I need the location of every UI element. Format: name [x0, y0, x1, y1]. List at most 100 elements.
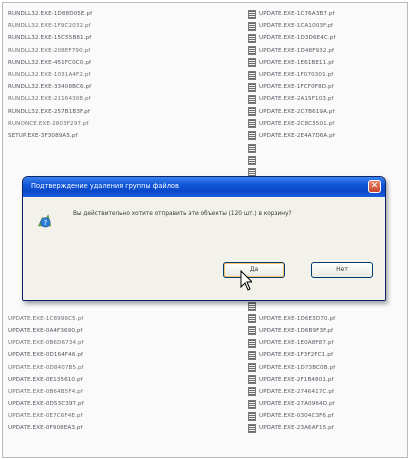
file-name: UPDATE.EXE-1F070301.pf — [259, 72, 334, 79]
file-item[interactable]: RUNDLL32.EXE-15C55B81.pf — [8, 32, 158, 44]
prefetch-file-icon — [248, 302, 256, 312]
file-item[interactable]: UPDATE.EXE-2C7B619A.pf — [248, 106, 398, 118]
no-button[interactable]: Нет — [311, 262, 373, 278]
file-item[interactable]: UPDATE.EXE-27A0964D.pf — [248, 398, 398, 410]
file-item[interactable] — [8, 142, 158, 154]
file-name: UPDATE.EXE-0A4F3690.pf — [8, 327, 83, 334]
svg-text:?: ? — [44, 219, 48, 227]
dialog-body: ? Вы действительно хотите отправить эти … — [23, 197, 385, 300]
prefetch-file-icon — [248, 33, 256, 43]
file-item[interactable]: UPDATE.EXE-0D8407B5.pf — [8, 361, 158, 373]
file-name: UPDATE.EXE-2746417C.pf — [259, 388, 335, 395]
file-name: UPDATE.EXE-1E61BE11.pf — [259, 59, 334, 66]
file-item[interactable]: UPDATE.EXE-0D53C397.pf — [8, 398, 158, 410]
prefetch-file-icon — [248, 58, 256, 68]
file-name: UPDATE.EXE-0304C3F6.pf — [259, 413, 334, 420]
file-name: UPDATE.EXE-0B6D6734.pf — [8, 340, 84, 347]
file-name: UPDATE.EXE-2A15F103.pf — [259, 96, 334, 103]
file-name: SETUP.EXE-3F3089A5.pf — [8, 132, 78, 139]
file-item[interactable]: UPDATE.EXE-1C76A3B7.pf — [248, 8, 398, 20]
yes-button[interactable]: Да — [223, 262, 285, 278]
close-button[interactable]: ✕ — [368, 180, 381, 193]
file-item[interactable]: UPDATE.EXE-2A15F103.pf — [248, 93, 398, 105]
prefetch-file-icon — [248, 119, 256, 129]
file-item[interactable]: RUNDLL32.EXE-451FC0C0.pf — [8, 57, 158, 69]
prefetch-file-icon — [248, 82, 256, 92]
file-name: UPDATE.EXE-0D53C397.pf — [8, 401, 84, 408]
file-name: UPDATE.EXE-27A0964D.pf — [259, 401, 335, 408]
prefetch-file-icon — [248, 423, 256, 433]
file-item[interactable]: UPDATE.EXE-0B6D6734.pf — [8, 337, 158, 349]
file-item[interactable] — [8, 154, 158, 166]
file-name: UPDATE.EXE-0B64B5F4.pf — [8, 388, 83, 395]
file-item[interactable]: RUNDLL32.EXE-33408BC6.pf — [8, 81, 158, 93]
file-item[interactable]: UPDATE.EXE-2F1B4801.pf — [248, 374, 398, 386]
file-item[interactable]: RUNDLL32.EXE-21164308.pf — [8, 93, 158, 105]
file-item[interactable]: RUNDLL32.EXE-1D88D05E.pf — [8, 8, 158, 20]
prefetch-file-icon — [248, 9, 256, 19]
file-item[interactable]: UPDATE.EXE-0304C3F6.pf — [248, 410, 398, 422]
file-name: UPDATE.EXE-1F3F2FC1.pf — [259, 352, 334, 359]
file-item[interactable]: UPDATE.EXE-1E0A8F87.pf — [248, 337, 398, 349]
file-name: UPDATE.EXE-1FCF0F8D.pf — [259, 84, 334, 91]
file-item[interactable]: UPDATE.EXE-1C8996C5.pf — [8, 313, 158, 325]
file-item[interactable]: UPDATE.EXE-2C8C3501.pf — [248, 118, 398, 130]
file-name: UPDATE.EXE-2C7B619A.pf — [259, 108, 335, 115]
dialog-titlebar[interactable]: Подтверждение удаления группы файлов ✕ — [23, 177, 385, 197]
file-item[interactable]: UPDATE.EXE-1CA1003F.pf — [248, 20, 398, 32]
file-item[interactable] — [8, 301, 158, 313]
file-item[interactable]: UPDATE.EXE-0E7C6F4E.pf — [8, 410, 158, 422]
file-name: RUNDLL32.EXE-21164308.pf — [8, 96, 91, 103]
file-name: RUNDLL32.EXE-451FC0C0.pf — [8, 59, 92, 66]
file-item[interactable]: UPDATE.EXE-2E4A7D6A.pf — [248, 130, 398, 142]
file-name: UPDATE.EXE-1D6B9F3F.pf — [259, 327, 334, 334]
close-icon: ✕ — [370, 181, 379, 191]
file-name: UPDATE.EXE-1D3D6E4C.pf — [259, 35, 336, 42]
file-name: UPDATE.EXE-1D6E3D70.pf — [259, 315, 336, 322]
file-item[interactable]: UPDATE.EXE-1D48F932.pf — [248, 45, 398, 57]
prefetch-file-icon — [248, 314, 256, 324]
file-name: UPDATE.EXE-2C8C3501.pf — [259, 120, 335, 127]
file-item[interactable]: UPDATE.EXE-1D73BC0B.pf — [248, 361, 398, 373]
file-item[interactable]: UPDATE.EXE-0A4F3690.pf — [8, 325, 158, 337]
file-item[interactable]: UPDATE.EXE-1FCF0F8D.pf — [248, 81, 398, 93]
file-item[interactable]: SETUP.EXE-3F3089A5.pf — [8, 130, 158, 142]
file-name: UPDATE.EXE-23A6AF15.pf — [259, 425, 334, 432]
file-name: RUNDLL32.EXE-1F9C2032.pf — [8, 23, 91, 30]
file-item[interactable]: UPDATE.EXE-2746417C.pf — [248, 386, 398, 398]
file-item[interactable] — [248, 142, 398, 154]
prefetch-file-icon — [248, 155, 256, 165]
file-item[interactable]: UPDATE.EXE-1D6E3D70.pf — [248, 313, 398, 325]
file-name: UPDATE.EXE-0D164F46.pf — [8, 352, 84, 359]
prefetch-file-icon — [248, 326, 256, 336]
file-item[interactable]: UPDATE.EXE-23A6AF15.pf — [248, 422, 398, 434]
dialog-message: Вы действительно хотите отправить эти об… — [73, 211, 292, 217]
prefetch-file-icon — [248, 363, 256, 373]
file-item[interactable]: UPDATE.EXE-0F908EA3.pf — [8, 422, 158, 434]
file-item[interactable]: UPDATE.EXE-1F3F2FC1.pf — [248, 349, 398, 361]
file-item[interactable]: RUNONCE.EXE-2803F297.pf — [8, 118, 158, 130]
file-item[interactable] — [248, 154, 398, 166]
prefetch-file-icon — [248, 131, 256, 141]
file-item[interactable]: UPDATE.EXE-1F070301.pf — [248, 69, 398, 81]
file-item[interactable]: UPDATE.EXE-0B64B5F4.pf — [8, 386, 158, 398]
file-item[interactable]: UPDATE.EXE-1D6B9F3F.pf — [248, 325, 398, 337]
file-name: UPDATE.EXE-1D73BC0B.pf — [259, 364, 336, 371]
file-item[interactable]: UPDATE.EXE-0D164F46.pf — [8, 349, 158, 361]
prefetch-file-icon — [248, 350, 256, 360]
file-item[interactable]: RUNDLL32.EXE-257B1B3F.pf — [8, 106, 158, 118]
file-item[interactable]: RUNDLL32.EXE-1F9C2032.pf — [8, 20, 158, 32]
file-name: UPDATE.EXE-0F908EA3.pf — [8, 425, 83, 432]
file-item[interactable]: RUNDLL32.EXE-1031A4F2.pf — [8, 69, 158, 81]
file-name: UPDATE.EXE-2F1B4801.pf — [259, 376, 334, 383]
file-name: UPDATE.EXE-1CA1003F.pf — [259, 23, 334, 30]
file-name: UPDATE.EXE-0D8407B5.pf — [8, 364, 84, 371]
file-item[interactable]: RUNDLL32.EXE-208EF790.pf — [8, 45, 158, 57]
file-name: RUNDLL32.EXE-1D88D05E.pf — [8, 11, 93, 18]
file-name: UPDATE.EXE-0E135610.pf — [8, 376, 83, 383]
file-item[interactable]: UPDATE.EXE-1D3D6E4C.pf — [248, 32, 398, 44]
file-item[interactable]: UPDATE.EXE-0E135610.pf — [8, 374, 158, 386]
file-item[interactable]: UPDATE.EXE-1E61BE11.pf — [248, 57, 398, 69]
file-item[interactable] — [248, 301, 398, 313]
file-name: UPDATE.EXE-1E0A8F87.pf — [259, 340, 334, 347]
